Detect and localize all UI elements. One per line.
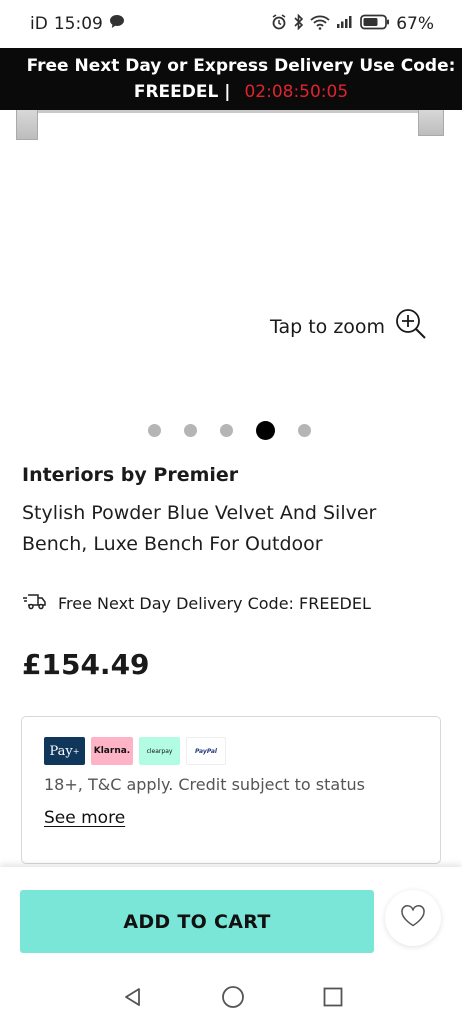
- carousel-dot[interactable]: [220, 424, 233, 437]
- carousel-dot-active[interactable]: [256, 421, 275, 440]
- zoom-label: Tap to zoom: [270, 315, 386, 338]
- chat-notification-icon: [109, 14, 125, 34]
- wishlist-button[interactable]: [385, 890, 441, 946]
- pay-logo: Pay +: [44, 737, 85, 765]
- tap-to-zoom[interactable]: Tap to zoom: [270, 308, 427, 345]
- bench-rail-image-part: [36, 110, 420, 113]
- alarm-icon: [271, 13, 287, 35]
- carrier-label: iD: [30, 14, 48, 34]
- add-to-cart-button[interactable]: ADD TO CART: [20, 890, 374, 953]
- delivery-info: Free Next Day Delivery Code: FREEDEL: [22, 591, 371, 615]
- finance-terms: 18+, T&C apply. Credit subject to status: [44, 775, 365, 794]
- clearpay-logo: clearpay: [139, 737, 180, 765]
- signal-icon: [336, 14, 354, 34]
- zoom-in-icon[interactable]: [395, 308, 427, 345]
- see-more-link[interactable]: See more: [44, 808, 125, 828]
- carousel-dot[interactable]: [148, 424, 161, 437]
- carousel-dot[interactable]: [298, 424, 311, 437]
- delivery-truck-icon: [22, 591, 46, 615]
- system-nav-bar: [0, 973, 462, 1024]
- carousel-dots: [148, 421, 311, 440]
- recents-square-icon[interactable]: [322, 986, 344, 1012]
- product-image[interactable]: [0, 110, 462, 410]
- battery-icon: [360, 14, 390, 35]
- sticky-cart-bar: ADD TO CART: [0, 867, 462, 973]
- product-price: £154.49: [22, 648, 150, 681]
- payment-logos: Pay + Klarna. clearpay PayPal: [44, 737, 420, 765]
- back-triangle-icon[interactable]: [122, 986, 144, 1012]
- heart-icon: [400, 904, 426, 932]
- product-title: Stylish Powder Blue Velvet And Silver Be…: [22, 502, 377, 555]
- paypal-logo: PayPal: [186, 737, 226, 765]
- home-circle-icon[interactable]: [221, 985, 245, 1013]
- clock: 15:09: [53, 14, 103, 34]
- product-brand[interactable]: Interiors by Premier: [22, 464, 238, 486]
- promo-code: FREEDEL |: [133, 82, 231, 102]
- status-bar: iD 15:09 67%: [0, 0, 462, 48]
- bench-left-leg-image-part: [16, 110, 38, 140]
- countdown-timer: 02:08:50:05: [244, 82, 349, 102]
- bluetooth-icon: [293, 13, 304, 35]
- promo-code-row: FREEDEL | 02:08:50:05: [20, 79, 462, 105]
- klarna-logo: Klarna.: [91, 737, 133, 765]
- status-right: 67%: [271, 13, 434, 35]
- carousel-dot[interactable]: [184, 424, 197, 437]
- battery-percent: 67%: [396, 14, 434, 34]
- status-left: iD 15:09: [30, 14, 125, 34]
- pay-logo-text: Pay: [49, 743, 73, 759]
- bench-right-leg-image-part: [418, 110, 444, 136]
- wifi-icon: [310, 14, 330, 35]
- promo-banner: Free Next Day or Express Delivery Use Co…: [0, 48, 462, 110]
- promo-headline: Free Next Day or Express Delivery Use Co…: [26, 56, 456, 76]
- finance-options: Pay + Klarna. clearpay PayPal 18+, T&C ap…: [21, 716, 441, 864]
- delivery-text: Free Next Day Delivery Code: FREEDEL: [58, 593, 371, 613]
